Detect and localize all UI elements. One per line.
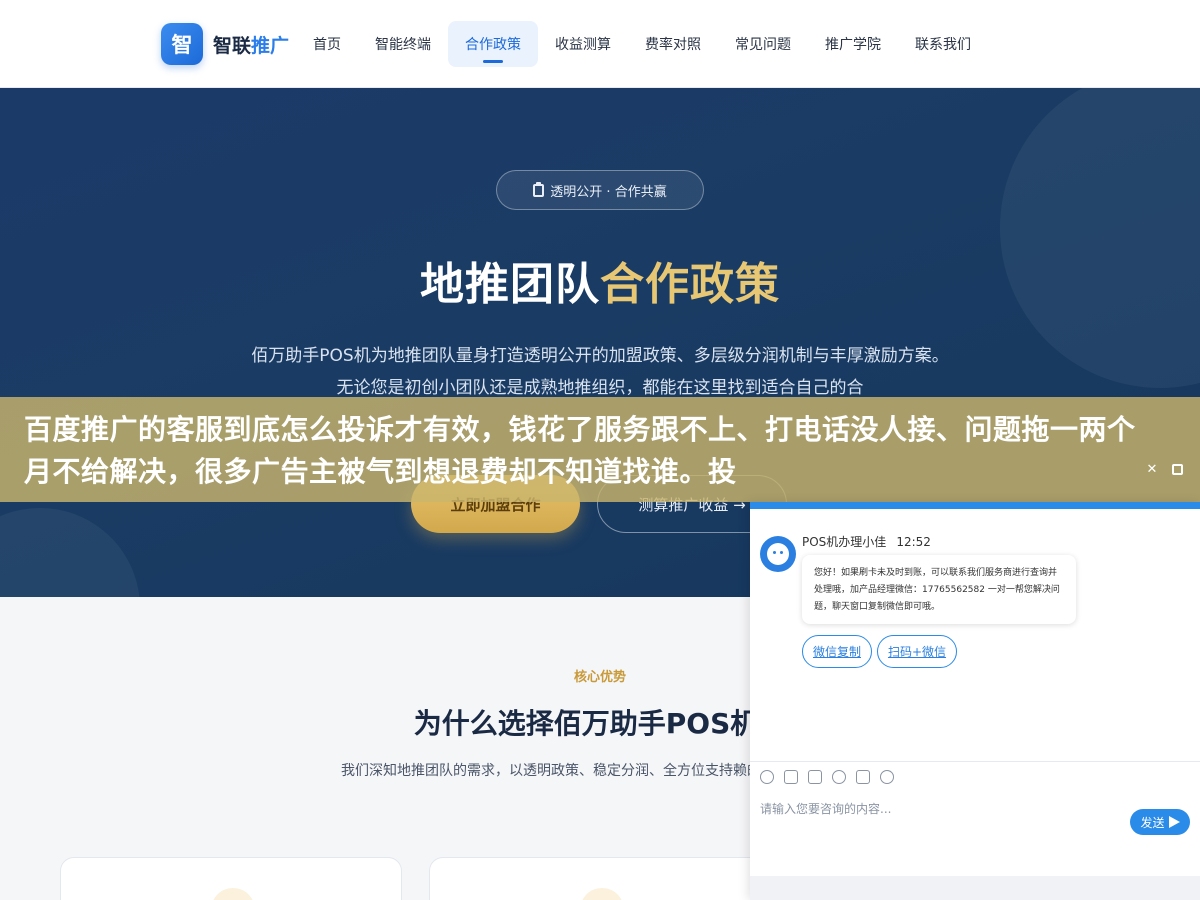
chat-toolbar [760, 770, 894, 786]
decorative-circle [1000, 88, 1200, 388]
scan-wechat-button[interactable]: 扫码+微信 [877, 635, 957, 668]
clipboard-icon [533, 181, 545, 197]
logo-text[interactable]: 智联推广 [213, 31, 289, 58]
chat-widget: POS机办理小佳 12:52 您好！如果刷卡未及时到账，可以联系我们服务商进行查询… [750, 502, 1200, 900]
rating-icon[interactable] [832, 770, 846, 784]
voice-icon[interactable] [856, 770, 870, 784]
emoji-icon[interactable] [760, 770, 774, 784]
send-button[interactable]: 发送 [1130, 809, 1190, 835]
chat-sender: POS机办理小佳 12:52 [802, 533, 931, 550]
send-label: 发送 [1140, 815, 1165, 830]
hero-badge-label: 透明公开 · 合作共赢 [550, 184, 667, 200]
nav-item-academy[interactable]: 推广学院 [808, 21, 898, 67]
overlay-headline: 百度推广的客服到底怎么投诉才有效，钱花了服务跟不上、打电话没人接、问题拖一两个月… [24, 413, 1136, 488]
send-arrow-icon [1168, 816, 1180, 828]
hero-title-accent: 合作政策 [600, 259, 780, 310]
avatar-face-icon [767, 543, 789, 565]
advantage-card [429, 857, 771, 900]
hero-title: 地推团队合作政策 [0, 248, 1200, 312]
main-nav: 首页 智能终端 合作政策 收益测算 费率对照 常见问题 推广学院 联系我们 [296, 21, 988, 67]
site-header: 智 智联推广 首页 智能终端 合作政策 收益测算 费率对照 常见问题 推广学院 … [0, 0, 1200, 88]
image-icon[interactable] [784, 770, 798, 784]
chat-header-bar [750, 502, 1200, 509]
maximize-icon[interactable] [1172, 464, 1183, 475]
hero-badge: 透明公开 · 合作共赢 [496, 170, 704, 210]
overlay-banner: 百度推广的客服到底怎么投诉才有效，钱花了服务跟不上、打电话没人接、问题拖一两个月… [0, 397, 1200, 502]
hero-title-main: 地推团队 [420, 259, 600, 310]
close-icon[interactable]: ✕ [1145, 463, 1159, 477]
nav-item-rates[interactable]: 费率对照 [628, 21, 718, 67]
chat-message: 您好！如果刷卡未及时到账，可以联系我们服务商进行查询并处理哦，加产品经理微信：1… [802, 555, 1076, 624]
logo-main: 智联 [213, 35, 252, 57]
nav-item-home[interactable]: 首页 [296, 21, 358, 67]
nav-item-terminals[interactable]: 智能终端 [358, 21, 448, 67]
advantage-card [60, 857, 402, 900]
nav-item-earnings[interactable]: 收益测算 [538, 21, 628, 67]
chat-footer [750, 876, 1200, 900]
logo-accent: 推广 [251, 35, 290, 57]
screenshot-icon[interactable] [808, 770, 822, 784]
decorative-circle [0, 508, 140, 597]
hero-description: 佰万助手POS机为地推团队量身打造透明公开的加盟政策、多层级分润机制与丰厚激励方… [251, 346, 949, 398]
copy-wechat-button[interactable]: 微信复制 [802, 635, 872, 668]
chat-input[interactable]: 请输入您要咨询的内容... [760, 800, 891, 817]
wechat-icon[interactable] [880, 770, 894, 784]
chat-sender-name: POS机办理小佳 [802, 535, 887, 549]
agent-avatar [760, 536, 796, 572]
advantage-icon [580, 888, 624, 900]
advantage-icon [211, 888, 255, 900]
nav-item-faq[interactable]: 常见问题 [718, 21, 808, 67]
nav-item-contact[interactable]: 联系我们 [898, 21, 988, 67]
divider [750, 761, 1200, 762]
logo-icon[interactable]: 智 [161, 23, 203, 65]
nav-item-policy[interactable]: 合作政策 [448, 21, 538, 67]
chat-time: 12:52 [896, 535, 931, 549]
